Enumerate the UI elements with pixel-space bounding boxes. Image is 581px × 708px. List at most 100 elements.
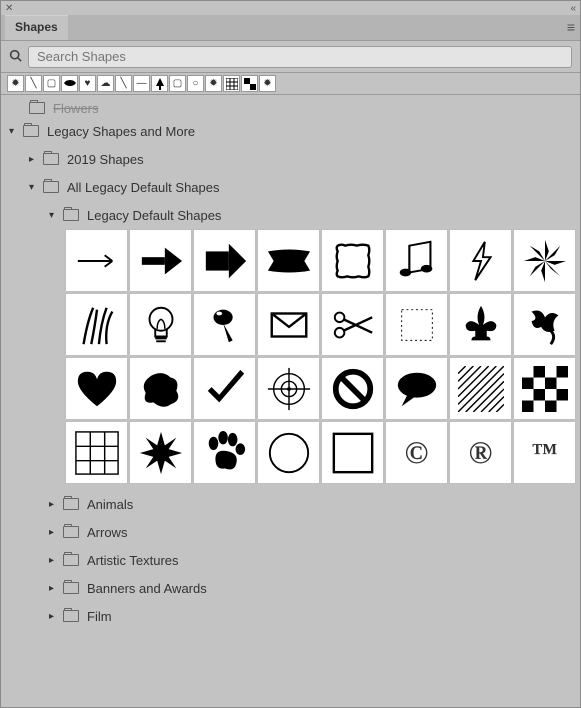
folder-label: All Legacy Default Shapes bbox=[67, 180, 219, 195]
shape-checkmark[interactable] bbox=[193, 357, 256, 420]
chevron-down-icon: ▾ bbox=[49, 210, 63, 221]
tree-row-cutoff[interactable]: Flowers bbox=[1, 99, 580, 117]
shape-rounded-frame[interactable] bbox=[321, 229, 384, 292]
shape-trademark[interactable]: ™ bbox=[513, 421, 576, 484]
folder-icon bbox=[63, 209, 79, 221]
shape-starburst[interactable] bbox=[129, 421, 192, 484]
shape-lightning-bolt[interactable] bbox=[449, 229, 512, 292]
shapes-panel: ✕ « Shapes ≡ ✹ ╲ ▢ ♥ ☁ ╲ — ▢ ○ ✹ ✹ Flowe… bbox=[0, 0, 581, 708]
folder-icon bbox=[43, 181, 59, 193]
recent-shape[interactable] bbox=[223, 75, 240, 92]
chevron-right-icon: ▸ bbox=[49, 527, 63, 538]
recent-shape[interactable]: ╲ bbox=[115, 75, 132, 92]
shape-vine-heart[interactable] bbox=[513, 293, 576, 356]
tab-label: Shapes bbox=[15, 20, 58, 34]
shape-music-notes[interactable] bbox=[385, 229, 448, 292]
recent-shape[interactable]: ╲ bbox=[25, 75, 42, 92]
shape-postage-stamp[interactable] bbox=[385, 293, 448, 356]
folder-label: 2019 Shapes bbox=[67, 152, 144, 167]
recent-shape[interactable]: ▢ bbox=[169, 75, 186, 92]
shape-arrow-thin-right[interactable] bbox=[65, 229, 128, 292]
folder-label: Animals bbox=[87, 497, 133, 512]
shape-registered[interactable]: ® bbox=[449, 421, 512, 484]
shape-glyph: ™ bbox=[532, 438, 558, 468]
folder-icon bbox=[23, 125, 39, 137]
chevron-right-icon: ▸ bbox=[49, 583, 63, 594]
recent-shape[interactable]: ▢ bbox=[43, 75, 60, 92]
recent-shape[interactable]: ✹ bbox=[205, 75, 222, 92]
folder-label: Flowers bbox=[53, 101, 99, 116]
chevron-down-icon: ▾ bbox=[9, 126, 23, 137]
recent-shape[interactable] bbox=[151, 75, 168, 92]
recent-shape[interactable]: ✹ bbox=[7, 75, 24, 92]
recent-shape[interactable]: ♥ bbox=[79, 75, 96, 92]
collapse-icon[interactable]: « bbox=[570, 3, 576, 14]
tree-row-film[interactable]: ▸ Film bbox=[1, 602, 580, 630]
tree-row-2019-shapes[interactable]: ▸ 2019 Shapes bbox=[1, 145, 580, 173]
shape-blob[interactable] bbox=[129, 357, 192, 420]
folder-label: Legacy Default Shapes bbox=[87, 208, 221, 223]
tab-bar: Shapes ≡ bbox=[1, 15, 580, 41]
folder-icon bbox=[63, 610, 79, 622]
tab-shapes[interactable]: Shapes bbox=[5, 15, 68, 40]
shape-circle-outline[interactable] bbox=[257, 421, 320, 484]
shape-paw-print[interactable] bbox=[193, 421, 256, 484]
recent-shape[interactable] bbox=[61, 75, 78, 92]
panel-menu-icon[interactable]: ≡ bbox=[567, 19, 574, 35]
recent-shape[interactable]: ✹ bbox=[259, 75, 276, 92]
folder-label: Film bbox=[87, 609, 112, 624]
shape-envelope[interactable] bbox=[257, 293, 320, 356]
folder-icon bbox=[63, 554, 79, 566]
recent-shape[interactable]: ☁ bbox=[97, 75, 114, 92]
folder-icon bbox=[29, 102, 45, 114]
shape-fleur-de-lis[interactable] bbox=[449, 293, 512, 356]
shape-no-symbol[interactable] bbox=[321, 357, 384, 420]
shape-speech-bubble[interactable] bbox=[385, 357, 448, 420]
tree-row-all-legacy[interactable]: ▾ All Legacy Default Shapes bbox=[1, 173, 580, 201]
shape-diagonal-hatch[interactable] bbox=[449, 357, 512, 420]
search-icon bbox=[9, 49, 22, 65]
shapes-tree: Flowers ▾ Legacy Shapes and More ▸ 2019 … bbox=[1, 95, 580, 707]
shape-square-outline[interactable] bbox=[321, 421, 384, 484]
chevron-right-icon: ▸ bbox=[49, 555, 63, 566]
tree-row-legacy-default[interactable]: ▾ Legacy Default Shapes bbox=[1, 201, 580, 229]
chevron-right-icon: ▸ bbox=[49, 611, 63, 622]
tree-row-banners[interactable]: ▸ Banners and Awards bbox=[1, 574, 580, 602]
tree-row-artistic[interactable]: ▸ Artistic Textures bbox=[1, 546, 580, 574]
shape-glyph: © bbox=[405, 434, 429, 471]
shape-arrow-block-right[interactable] bbox=[193, 229, 256, 292]
tree-row-animals[interactable]: ▸ Animals bbox=[1, 490, 580, 518]
shape-light-bulb[interactable] bbox=[129, 293, 192, 356]
tree-row-arrows[interactable]: ▸ Arrows bbox=[1, 518, 580, 546]
folder-icon bbox=[63, 498, 79, 510]
shape-banner-ribbon[interactable] bbox=[257, 229, 320, 292]
shape-target-crosshair[interactable] bbox=[257, 357, 320, 420]
recent-shape[interactable] bbox=[241, 75, 258, 92]
shape-copyright[interactable]: © bbox=[385, 421, 448, 484]
folder-label: Artistic Textures bbox=[87, 553, 179, 568]
shape-grass[interactable] bbox=[65, 293, 128, 356]
folder-label: Banners and Awards bbox=[87, 581, 207, 596]
chevron-down-icon: ▾ bbox=[29, 182, 43, 193]
shape-scissors[interactable] bbox=[321, 293, 384, 356]
folder-icon bbox=[43, 153, 59, 165]
recent-shape[interactable]: — bbox=[133, 75, 150, 92]
folder-icon bbox=[63, 582, 79, 594]
folder-label: Arrows bbox=[87, 525, 127, 540]
search-row bbox=[1, 41, 580, 73]
recent-shapes-row: ✹ ╲ ▢ ♥ ☁ ╲ — ▢ ○ ✹ ✹ bbox=[1, 73, 580, 95]
shape-grid: © ® ™ bbox=[1, 229, 580, 490]
recent-shape[interactable]: ○ bbox=[187, 75, 204, 92]
shape-flower-petals[interactable] bbox=[513, 229, 576, 292]
panel-titlebar: ✕ « bbox=[1, 1, 580, 15]
shape-push-pin[interactable] bbox=[193, 293, 256, 356]
close-icon[interactable]: ✕ bbox=[5, 3, 13, 14]
folder-icon bbox=[63, 526, 79, 538]
shape-heart[interactable] bbox=[65, 357, 128, 420]
shape-arrow-medium-right[interactable] bbox=[129, 229, 192, 292]
chevron-right-icon: ▸ bbox=[29, 154, 43, 165]
search-input[interactable] bbox=[28, 46, 572, 68]
shape-grid-3x3[interactable] bbox=[65, 421, 128, 484]
shape-checkerboard[interactable] bbox=[513, 357, 576, 420]
tree-row-legacy-more[interactable]: ▾ Legacy Shapes and More bbox=[1, 117, 580, 145]
